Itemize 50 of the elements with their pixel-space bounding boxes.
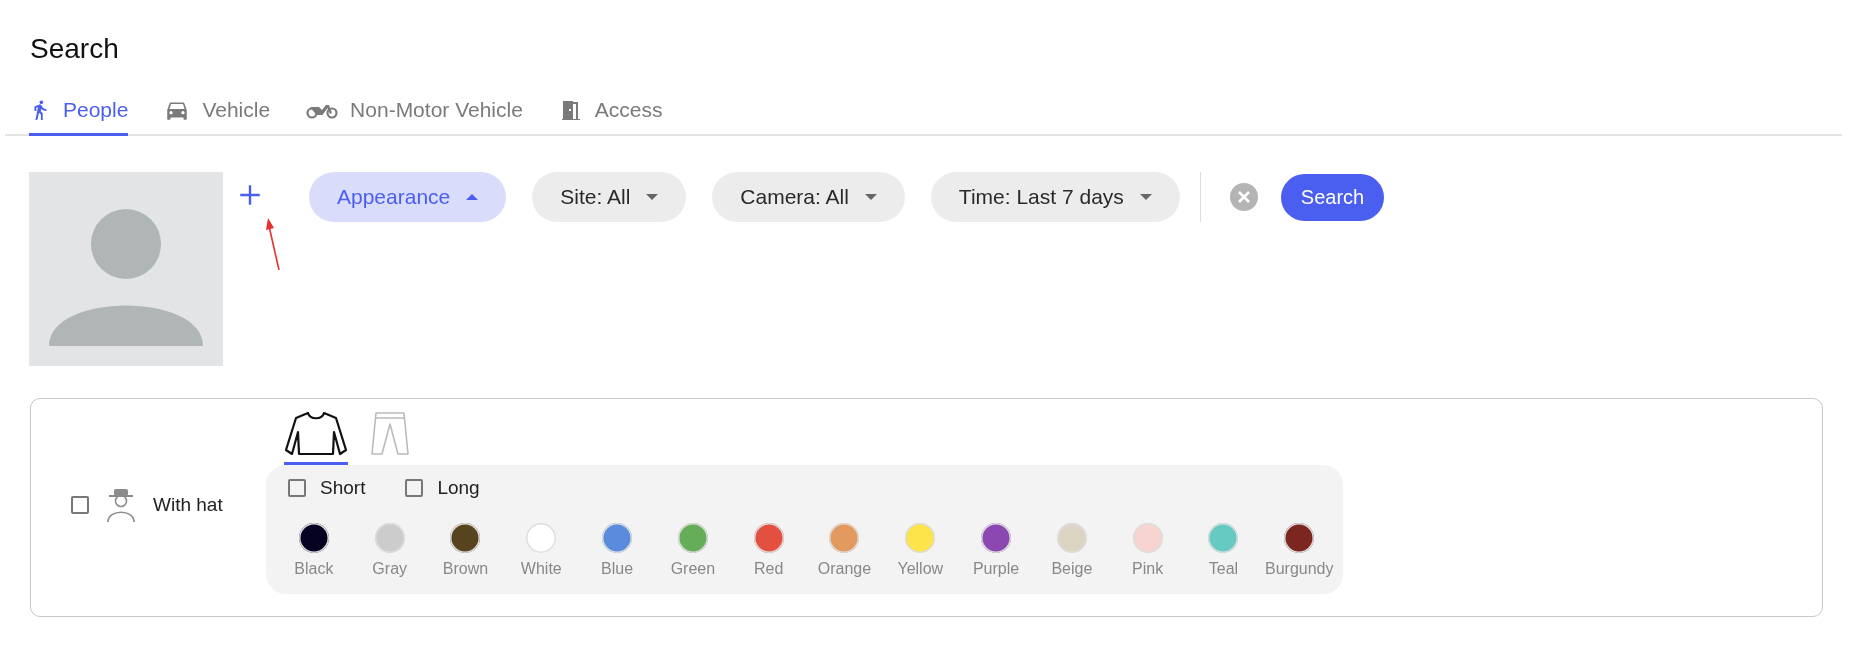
page-title: Search [29,32,120,66]
color-swatch[interactable] [450,523,481,553]
appearance-toggle[interactable]: Appearance [309,172,507,222]
color-swatch[interactable] [1132,523,1163,553]
color-label: Burgundy [1265,560,1334,578]
color-swatch[interactable] [829,523,860,553]
color-label: White [520,560,562,578]
category-tab[interactable]: Non-Motor Vehicle [306,92,523,136]
category-tab[interactable]: People [29,92,129,136]
color-swatch[interactable] [298,523,329,553]
filter-dropdown[interactable]: Camera: All [712,172,905,222]
category-tab[interactable]: Vehicle [164,92,271,136]
search-button[interactable]: Search [1280,173,1385,221]
color-swatch[interactable] [526,523,557,553]
clear-button[interactable] [1228,182,1259,212]
color-label: Yellow [897,560,944,578]
color-swatch[interactable] [1056,523,1087,553]
caret-icon [466,193,479,201]
color-swatch[interactable] [602,523,633,553]
color-swatch[interactable] [374,523,405,553]
color-label: Blue [601,560,634,578]
checkbox[interactable] [405,479,424,497]
color-label: Gray [372,560,408,578]
color-swatch[interactable] [753,523,784,553]
filter-dropdown[interactable]: Time: Last 7 days [930,172,1180,222]
filter-dropdown[interactable]: Site: All [532,172,687,222]
color-label: Pink [1132,560,1164,578]
color-swatch[interactable] [677,523,708,553]
checkbox-label: Long [437,477,480,499]
caret-icon [1139,193,1152,201]
category-tab[interactable]: Access [558,92,663,136]
checkbox[interactable] [71,496,89,514]
color-label: Green [670,560,716,578]
color-label: Red [754,560,784,578]
color-swatch[interactable] [1208,523,1239,553]
color-label: Teal [1208,560,1239,578]
color-label: Orange [817,560,872,578]
color-label: Beige [1051,560,1093,578]
caret-icon [864,193,877,201]
checkbox-label: With hat [153,494,223,516]
annotation-arrow [263,216,283,272]
color-label: Brown [442,560,489,578]
color-swatch[interactable] [981,523,1012,553]
color-label: Black [294,560,334,578]
color-label: Purple [972,560,1020,578]
checkbox-label: Short [320,477,366,499]
color-swatch[interactable] [905,523,936,553]
checkbox[interactable] [288,479,306,497]
color-swatch[interactable] [1284,523,1315,553]
caret-icon [646,193,659,201]
